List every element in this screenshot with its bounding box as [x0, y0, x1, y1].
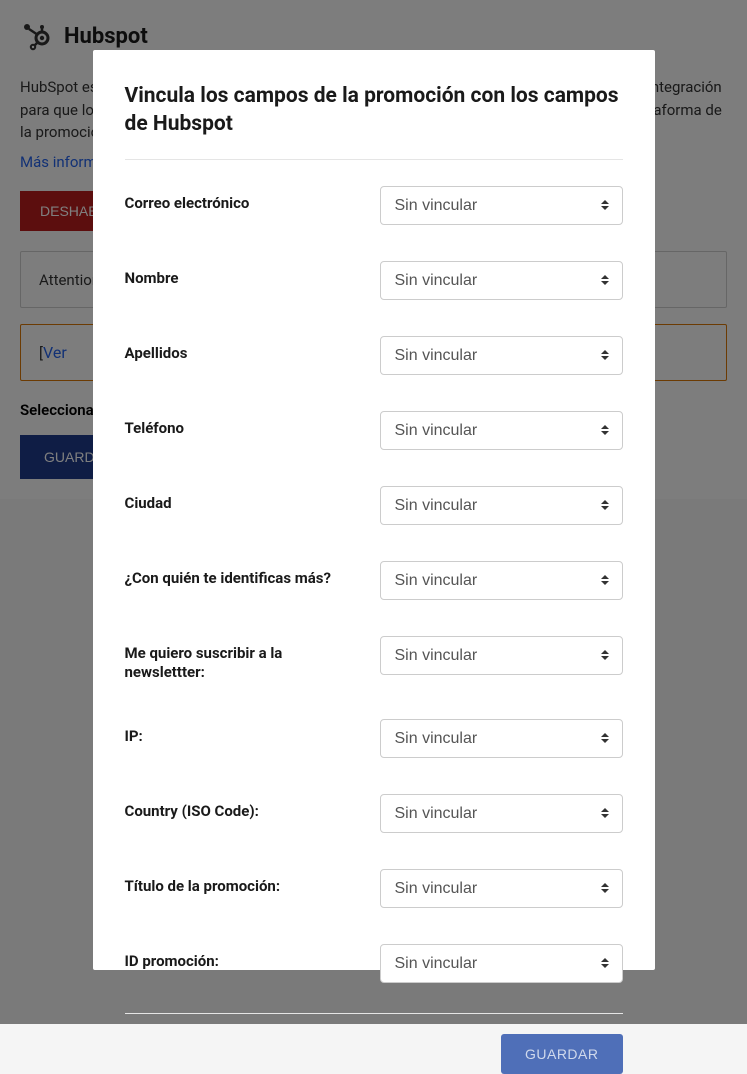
field-label: Nombre	[125, 261, 380, 289]
field-label: Título de la promoción:	[125, 869, 380, 897]
modal-overlay[interactable]: Vincula los campos de la promoción con l…	[0, 0, 747, 1024]
field-row-surname: Apellidos Sin vincular	[125, 318, 623, 393]
field-select-country[interactable]: Sin vincular	[380, 794, 623, 833]
modal-title: Vincula los campos de la promoción con l…	[125, 82, 623, 139]
field-select-wrap: Sin vincular	[380, 186, 623, 225]
field-select-wrap: Sin vincular	[380, 719, 623, 758]
field-select-wrap: Sin vincular	[380, 944, 623, 983]
field-select-wrap: Sin vincular	[380, 561, 623, 600]
field-select-wrap: Sin vincular	[380, 411, 623, 450]
field-select-ip[interactable]: Sin vincular	[380, 719, 623, 758]
field-mapping-modal: Vincula los campos de la promoción con l…	[93, 50, 655, 970]
modal-divider	[125, 159, 623, 160]
field-label: IP:	[125, 719, 380, 747]
field-select-wrap: Sin vincular	[380, 336, 623, 375]
field-label: Teléfono	[125, 411, 380, 439]
modal-save-button[interactable]: GUARDAR	[501, 1034, 623, 1074]
field-select-wrap: Sin vincular	[380, 794, 623, 833]
field-select-email[interactable]: Sin vincular	[380, 186, 623, 225]
field-select-name[interactable]: Sin vincular	[380, 261, 623, 300]
field-row-promo-id: ID promoción: Sin vincular	[125, 926, 623, 1001]
field-select-surname[interactable]: Sin vincular	[380, 336, 623, 375]
modal-footer: GUARDAR	[125, 1013, 623, 1074]
field-label: Me quiero suscribir a la newslettter:	[125, 636, 380, 683]
field-row-identify: ¿Con quién te identificas más? Sin vincu…	[125, 543, 623, 618]
field-select-promo-title[interactable]: Sin vincular	[380, 869, 623, 908]
field-select-city[interactable]: Sin vincular	[380, 486, 623, 525]
field-label: ¿Con quién te identificas más?	[125, 561, 380, 589]
field-label: Country (ISO Code):	[125, 794, 380, 822]
field-select-wrap: Sin vincular	[380, 869, 623, 908]
field-select-wrap: Sin vincular	[380, 636, 623, 675]
field-row-newsletter: Me quiero suscribir a la newslettter: Si…	[125, 618, 623, 701]
field-row-city: Ciudad Sin vincular	[125, 468, 623, 543]
field-row-email: Correo electrónico Sin vincular	[125, 168, 623, 243]
field-row-country: Country (ISO Code): Sin vincular	[125, 776, 623, 851]
field-label: Ciudad	[125, 486, 380, 514]
field-select-wrap: Sin vincular	[380, 486, 623, 525]
field-label: Correo electrónico	[125, 186, 380, 214]
field-row-promo-title: Título de la promoción: Sin vincular	[125, 851, 623, 926]
field-select-promo-id[interactable]: Sin vincular	[380, 944, 623, 983]
field-row-ip: IP: Sin vincular	[125, 701, 623, 776]
field-select-identify[interactable]: Sin vincular	[380, 561, 623, 600]
field-select-phone[interactable]: Sin vincular	[380, 411, 623, 450]
field-label: ID promoción:	[125, 944, 380, 972]
field-select-newsletter[interactable]: Sin vincular	[380, 636, 623, 675]
field-row-name: Nombre Sin vincular	[125, 243, 623, 318]
field-select-wrap: Sin vincular	[380, 261, 623, 300]
field-row-phone: Teléfono Sin vincular	[125, 393, 623, 468]
field-label: Apellidos	[125, 336, 380, 364]
